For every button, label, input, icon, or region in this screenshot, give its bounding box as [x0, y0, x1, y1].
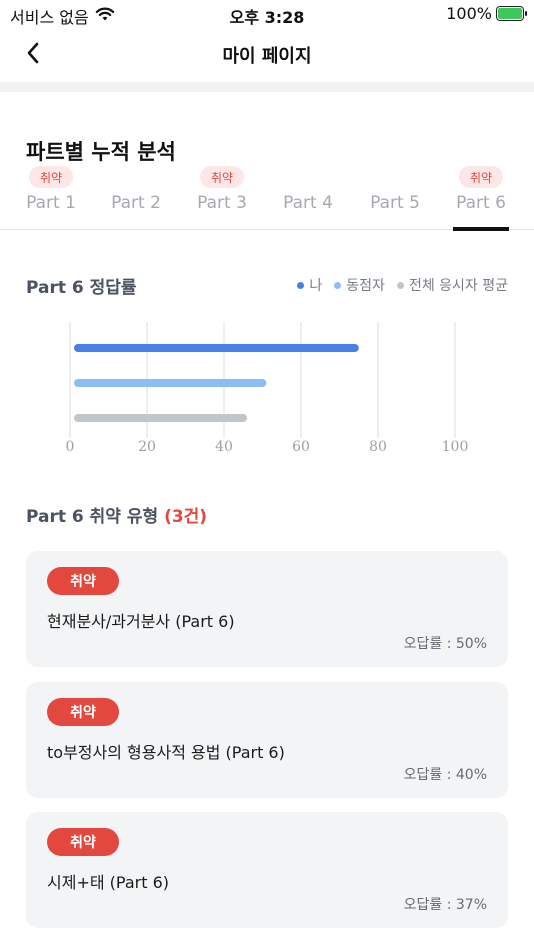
nav-bar: 마이 페이지 [0, 30, 534, 80]
x-tick-label: 60 [292, 439, 310, 455]
error-rate: 오답률 : 50% [403, 636, 487, 652]
legend-item-peers: 동점자 [334, 275, 385, 295]
tab-part-2[interactable]: Part 2 [96, 164, 176, 230]
error-rate: 오답률 : 37% [403, 897, 487, 913]
legend-item-me: 나 [297, 275, 322, 295]
status-bar: 서비스 없음 오후 3:28 100% [0, 0, 534, 30]
weak-badge: 취약 [459, 166, 503, 188]
battery-cap [525, 11, 527, 16]
tab-label: Part 4 [283, 193, 333, 213]
weak-type-card[interactable]: 취약 to부정사의 형용사적 용법 (Part 6) 오답률 : 40% [26, 682, 508, 798]
weak-badge: 취약 [47, 567, 119, 595]
bar-average [74, 414, 248, 422]
page-title: 마이 페이지 [222, 46, 312, 67]
bar-peers [74, 379, 267, 387]
weak-type-title: 시제+태 (Part 6) [47, 873, 169, 892]
battery-icon [496, 6, 527, 21]
legend-dot [297, 281, 305, 289]
legend-dot [334, 281, 342, 289]
legend-label: 동점자 [346, 278, 385, 294]
error-rate: 오답률 : 40% [403, 767, 487, 783]
legend-dot [396, 281, 404, 289]
weak-types-label: Part 6 취약 유형 [26, 507, 159, 527]
legend-item-average: 전체 응시자 평균 [396, 275, 508, 295]
tab-label: Part 6 [456, 193, 506, 213]
tab-part-6[interactable]: 취약 Part 6 [441, 164, 521, 231]
accuracy-bar-chart: 0 20 40 60 80 100 [66, 322, 469, 455]
weak-type-title: 현재분사/과거분사 (Part 6) [47, 612, 235, 631]
tab-label: Part 5 [370, 193, 420, 213]
tab-label: Part 3 [197, 193, 247, 213]
legend-label: 전체 응시자 평균 [408, 278, 508, 294]
bar-me [74, 344, 359, 352]
weak-type-title: to부정사의 형용사적 용법 (Part 6) [47, 743, 285, 762]
weak-types-count: (3건) [164, 507, 208, 527]
weak-badge: 취약 [47, 828, 119, 856]
tab-part-5[interactable]: Part 5 [355, 164, 435, 230]
battery-percent: 100% [446, 4, 492, 23]
chart-legend: 나 동점자 전체 응시자 평균 [297, 275, 508, 295]
tab-part-4[interactable]: Part 4 [268, 164, 348, 230]
tab-label: Part 2 [111, 193, 161, 213]
section-title: 파트별 누적 분석 [26, 140, 176, 164]
x-tick-label: 100 [442, 439, 469, 455]
x-tick-label: 0 [66, 439, 75, 455]
active-tab-indicator [453, 227, 509, 231]
section-divider [0, 82, 534, 92]
weak-badge: 취약 [200, 166, 244, 188]
weak-type-card[interactable]: 취약 현재분사/과거분사 (Part 6) 오답률 : 50% [26, 551, 508, 667]
battery-fill [498, 8, 522, 19]
weak-type-card[interactable]: 취약 시제+태 (Part 6) 오답률 : 37% [26, 812, 508, 928]
x-tick-label: 80 [369, 439, 387, 455]
weak-badge: 취약 [47, 698, 119, 726]
x-tick-label: 20 [138, 439, 156, 455]
tab-part-1[interactable]: 취약 Part 1 [11, 164, 91, 230]
weak-types-title: Part 6 취약 유형 (3건) [26, 502, 207, 527]
tab-part-3[interactable]: 취약 Part 3 [182, 164, 262, 230]
status-right: 100% [446, 4, 527, 23]
tab-label: Part 1 [26, 193, 76, 213]
chart-title: Part 6 정답률 [26, 278, 137, 298]
weak-badge: 취약 [29, 166, 73, 188]
legend-label: 나 [309, 278, 323, 294]
x-tick-label: 40 [215, 439, 233, 455]
part-tabs: 취약 Part 1 Part 2 취약 Part 3 Part 4 Part 5… [0, 164, 534, 231]
